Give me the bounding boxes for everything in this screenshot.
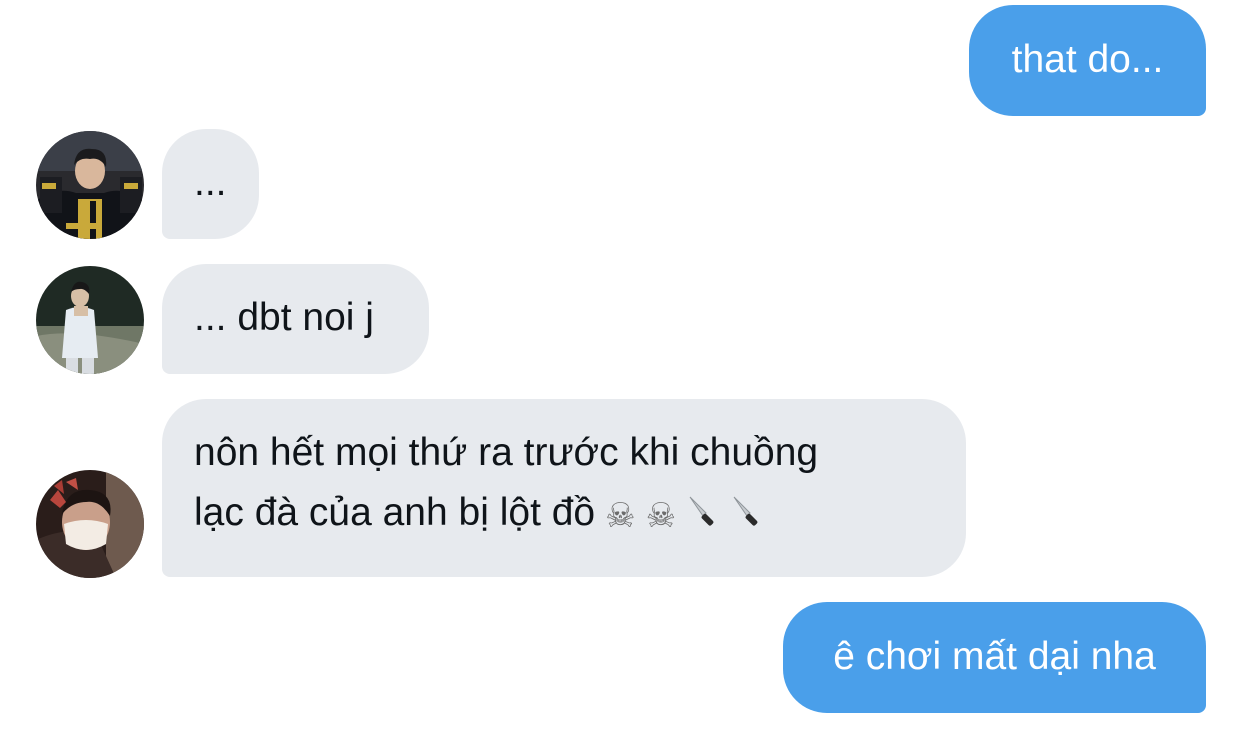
message-text: ... dbt noi j: [194, 296, 374, 339]
outgoing-message-bubble[interactable]: ê chơi mất dại nha: [783, 602, 1206, 713]
skull-crossbones-icon: ☠: [605, 496, 636, 536]
message-text: ê chơi mất dại nha: [833, 635, 1156, 678]
knife-icon: [730, 486, 764, 546]
incoming-message-bubble[interactable]: ... dbt noi j: [162, 264, 429, 374]
incoming-message-bubble[interactable]: nôn hết mọi thứ ra trước khi chuồng lạc …: [162, 399, 966, 577]
user-avatar[interactable]: [36, 131, 144, 239]
message-text: lạc đà của anh bị lột đồ: [194, 491, 596, 534]
outgoing-message-bubble[interactable]: that do...: [969, 5, 1206, 116]
message-text-line: nôn hết mọi thứ ra trước khi chuồng: [194, 431, 819, 474]
incoming-message-bubble[interactable]: ...: [162, 129, 259, 239]
avatar-photo-standing: [36, 266, 144, 374]
skull-crossbones-icon: ☠: [645, 496, 677, 536]
avatar-photo-jersey: [36, 131, 144, 239]
user-avatar[interactable]: [36, 470, 144, 578]
user-avatar[interactable]: [36, 266, 144, 374]
avatar-photo-masked: [36, 470, 144, 578]
message-text-line: lạc đà của anh bị lột đồ ☠ ☠: [194, 483, 966, 546]
knife-icon: [686, 486, 720, 546]
message-text: ...: [194, 161, 227, 204]
message-text: that do...: [1011, 38, 1164, 81]
